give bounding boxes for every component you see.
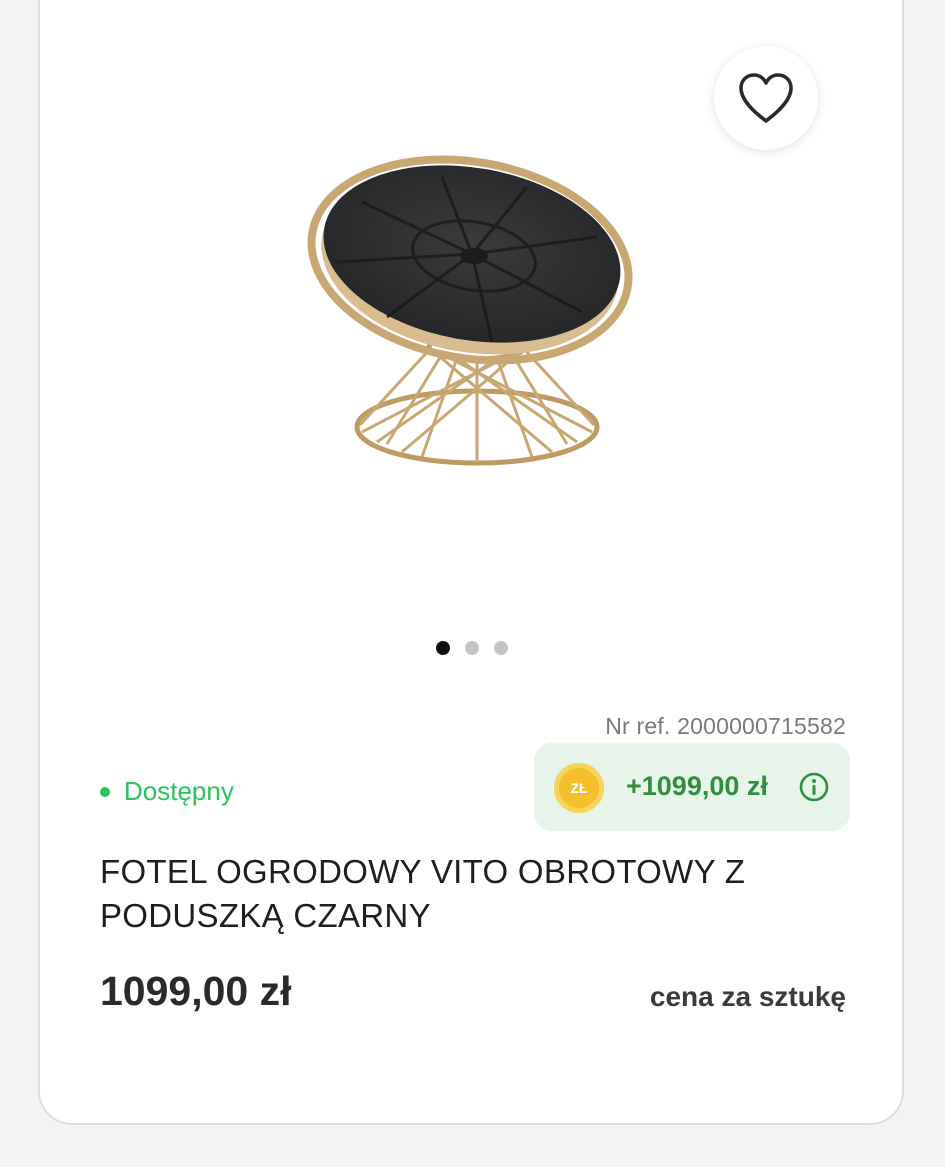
loyalty-points-badge[interactable]: ZŁ +1099,00 zł [534,743,850,831]
reference-number: Nr ref. 2000000715582 [605,713,846,739]
price-unit-label: cena za sztukę [649,981,846,1012]
carousel-indicator [436,641,508,655]
availability-dot-icon [100,786,110,797]
coin-icon: ZŁ [554,763,604,813]
availability-status: Dostępny [100,776,234,807]
points-value: +1099,00 zł [626,771,768,801]
carousel-dot-1[interactable] [436,641,450,655]
carousel-dot-3[interactable] [494,641,508,655]
product-price: 1099,00 zł [100,968,292,1014]
product-image[interactable] [292,142,652,502]
product-card[interactable]: Nr ref. 2000000715582 Dostępny ZŁ +1099,… [38,0,904,1125]
heart-icon [739,73,793,123]
carousel-dot-2[interactable] [465,641,479,655]
favorite-button[interactable] [714,46,818,150]
availability-label: Dostępny [124,776,234,806]
product-title[interactable]: FOTEL OGRODOWY VITO OBROTOWY Z PODUSZKĄ … [100,850,820,938]
info-icon[interactable] [798,771,830,803]
